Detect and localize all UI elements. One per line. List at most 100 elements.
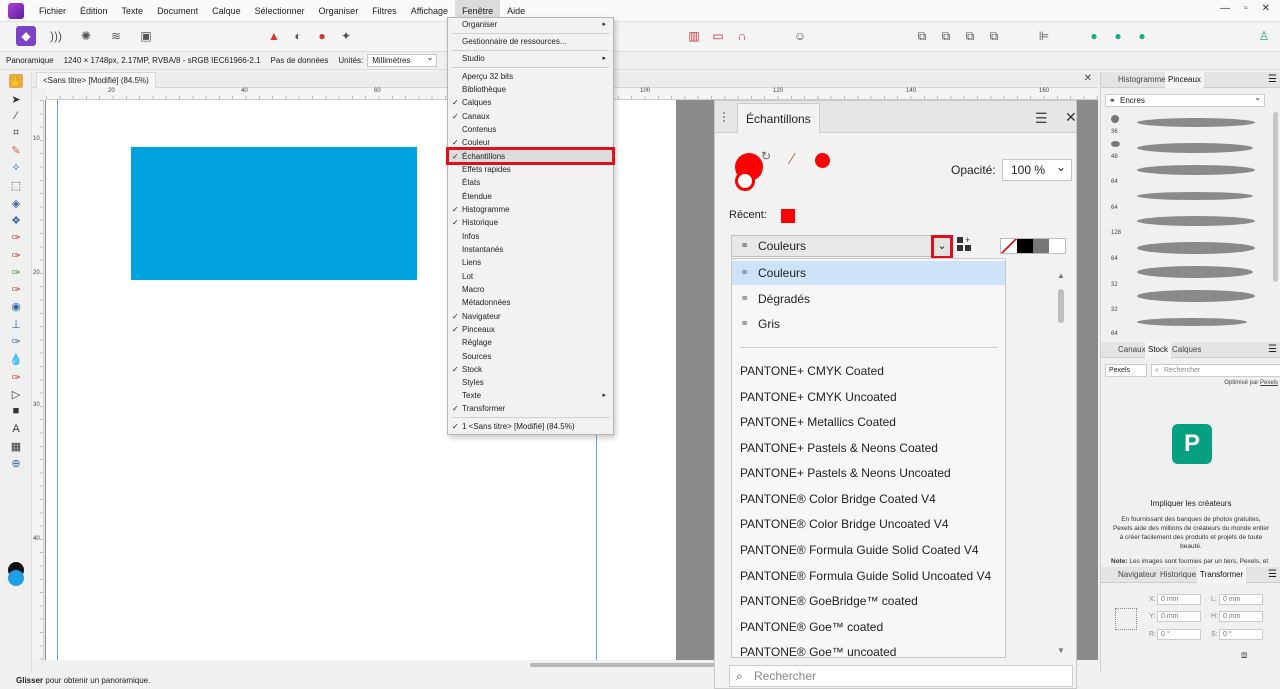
rectangle-tool-icon[interactable]: ■ (9, 404, 23, 418)
drag-grip-icon[interactable] (723, 112, 729, 122)
menu-item-instantanes[interactable]: Instantanés (448, 243, 613, 256)
menu-item-bibliotheque[interactable]: Bibliothèque (448, 83, 613, 96)
none-swatch[interactable] (1001, 239, 1017, 253)
snapping-magnet-icon[interactable]: ∩ (732, 26, 752, 46)
crop-tool-icon[interactable]: ⌗ (9, 126, 23, 140)
dodge-brush-icon[interactable]: ◉ (9, 299, 23, 313)
paint-brush-icon[interactable]: ✑ (9, 230, 23, 244)
menu-filtres[interactable]: Filtres (365, 0, 404, 22)
brush-stroke[interactable] (1137, 266, 1253, 278)
arrange-back-icon[interactable]: ⧉ (936, 26, 956, 46)
menu-item-etats[interactable]: États (448, 176, 613, 189)
export-persona-icon[interactable]: ▣ (136, 26, 156, 46)
boolean-intersect-icon[interactable]: ● (1132, 26, 1152, 46)
menu-item-calques[interactable]: ✓ Calques (448, 96, 613, 109)
palette-option-pantone[interactable]: PANTONE+ Pastels & Neons Uncoated (732, 461, 1005, 485)
red-eye-tool-icon[interactable]: ✑ (9, 370, 23, 384)
tab-historique[interactable]: Historique (1157, 567, 1199, 583)
stock-source-select[interactable]: Pexels (1105, 364, 1147, 377)
menu-item-historique[interactable]: ✓ Historique (448, 216, 613, 229)
brushes-scrollbar[interactable] (1273, 112, 1278, 282)
y-field[interactable]: 0 mm (1157, 611, 1201, 622)
menu-item-document[interactable]: ✓ 1 <Sans titre> [Modifié] (84.5%) (448, 420, 613, 433)
swatches-search-input[interactable]: ⌕ Rechercher (729, 665, 1073, 687)
menu-item-gestionnaire[interactable]: Gestionnaire de ressources... (448, 35, 613, 48)
palette-option-pantone[interactable]: PANTONE® Goe™ coated (732, 615, 1005, 639)
auto-color-icon[interactable]: ● (312, 26, 332, 46)
palette-option-degrades[interactable]: ⚭ Dégradés (732, 287, 1005, 311)
zoom-tool-icon[interactable]: ⊕ (9, 456, 23, 470)
width-field[interactable]: 0 mm (1219, 594, 1263, 605)
gray-swatch[interactable] (1033, 239, 1049, 253)
tab-histogramme[interactable]: Histogramme (1115, 72, 1169, 88)
swap-colors-icon[interactable]: ↻ (761, 149, 771, 163)
menu-item-lot[interactable]: Lot (448, 270, 613, 283)
brush-stroke[interactable] (1137, 143, 1253, 153)
panel-menu-icon[interactable]: ☰ (1268, 72, 1277, 88)
menu-item-texte[interactable]: Texte ▸ (448, 389, 613, 402)
palette-option-gris[interactable]: ⚭ Gris (732, 312, 1005, 336)
menu-item-transformer[interactable]: ✓ Transformer (448, 402, 613, 415)
brush-category-select[interactable]: ⚭ Encres (1105, 92, 1265, 107)
menu-item-navigateur[interactable]: ✓ Navigateur (448, 310, 613, 323)
marquee-tool-icon[interactable]: ⬚ (9, 178, 23, 192)
palette-option-pantone[interactable]: PANTONE® Formula Guide Solid Uncoated V4 (732, 564, 1005, 588)
black-swatch[interactable] (1017, 239, 1033, 253)
secondary-color-swatch[interactable] (8, 570, 24, 586)
brush-stroke[interactable] (1137, 318, 1247, 326)
auto-contrast-icon[interactable]: ◐ (288, 26, 308, 46)
user-account-icon[interactable]: ♙ (1254, 26, 1274, 46)
scroll-up-icon[interactable]: ▲ (1057, 271, 1065, 280)
auto-white-balance-icon[interactable]: ✦ (336, 26, 356, 46)
menu-item-histogramme[interactable]: ✓ Histogramme (448, 203, 613, 216)
blur-brush-icon[interactable]: 💧 (9, 352, 23, 366)
palette-option-couleurs[interactable]: ⚭ Couleurs (732, 261, 1005, 285)
menu-calque[interactable]: Calque (205, 0, 248, 22)
palette-option-pantone[interactable]: PANTONE® Goe™ uncoated (732, 640, 1005, 657)
pan-tool-icon[interactable]: ✋ (9, 74, 23, 88)
opacity-select[interactable]: 100 % (1002, 157, 1072, 181)
menu-item-canaux[interactable]: ✓ Canaux (448, 110, 613, 123)
palette-option-pantone[interactable]: PANTONE® Formula Guide Solid Coated V4 (732, 538, 1005, 562)
boolean-subtract-icon[interactable]: ● (1108, 26, 1128, 46)
palette-option-pantone[interactable]: PANTONE+ CMYK Coated (732, 359, 1005, 383)
clone-brush-icon[interactable]: ✑ (9, 265, 23, 279)
mesh-warp-icon[interactable]: ▦ (9, 439, 23, 453)
blue-rectangle-shape[interactable] (131, 147, 417, 280)
maximize-button[interactable]: ▫ (1244, 3, 1248, 14)
pexels-link[interactable]: Pexels (1260, 380, 1278, 386)
photo-persona-icon[interactable]: ◆ (16, 26, 36, 46)
menu-item-sources[interactable]: Sources (448, 350, 613, 363)
menu-item-contenus[interactable]: Contenus (448, 123, 613, 136)
brush-stroke[interactable] (1137, 118, 1255, 127)
close-window-button[interactable]: ✕ (1262, 3, 1270, 14)
height-field[interactable]: 0 mm (1219, 611, 1263, 622)
levels-icon[interactable]: ▲ (264, 26, 284, 46)
liquify-persona-icon[interactable]: ))) (46, 26, 66, 46)
stroke-color-circle[interactable] (735, 171, 755, 191)
tone-map-persona-icon[interactable]: ≋ (106, 26, 126, 46)
menu-item-apercu[interactable]: Aperçu 32 bits (448, 70, 613, 83)
palette-option-pantone[interactable]: PANTONE® Color Bridge Uncoated V4 (732, 512, 1005, 536)
menu-item-organiser[interactable]: Organiser ▸ (448, 18, 613, 31)
flood-fill-icon[interactable]: ◈ (9, 196, 23, 210)
palette-option-pantone[interactable]: PANTONE+ Metallics Coated (732, 410, 1005, 434)
tab-transformer[interactable]: Transformer (1197, 567, 1247, 583)
menu-fichier[interactable]: Fichier (32, 0, 73, 22)
palette-option-pantone[interactable]: PANTONE® GoeBridge™ coated (732, 589, 1005, 613)
develop-persona-icon[interactable]: ✺ (76, 26, 96, 46)
text-tool-icon[interactable]: A (9, 422, 23, 436)
grid-view-icon[interactable]: + (957, 236, 975, 255)
units-select[interactable]: Millimètres (367, 53, 438, 67)
boolean-add-icon[interactable]: ● (1084, 26, 1104, 46)
menu-item-infos[interactable]: Infos (448, 230, 613, 243)
menu-item-echantillons[interactable]: ✓ Échantillons (448, 150, 613, 163)
pen-tool-icon[interactable]: ▷ (9, 387, 23, 401)
shear-field[interactable]: 0 ° (1219, 629, 1263, 640)
selection-brush-icon[interactable]: ✎ (9, 143, 23, 157)
move-tool-icon[interactable]: ➤ (9, 92, 23, 106)
color-picker-tool-icon[interactable]: ⁄ (9, 109, 23, 123)
brush-stroke[interactable] (1137, 165, 1255, 175)
tab-canaux[interactable]: Canaux (1115, 342, 1149, 358)
arrange-bottom-icon[interactable]: ⧉ (984, 26, 1004, 46)
